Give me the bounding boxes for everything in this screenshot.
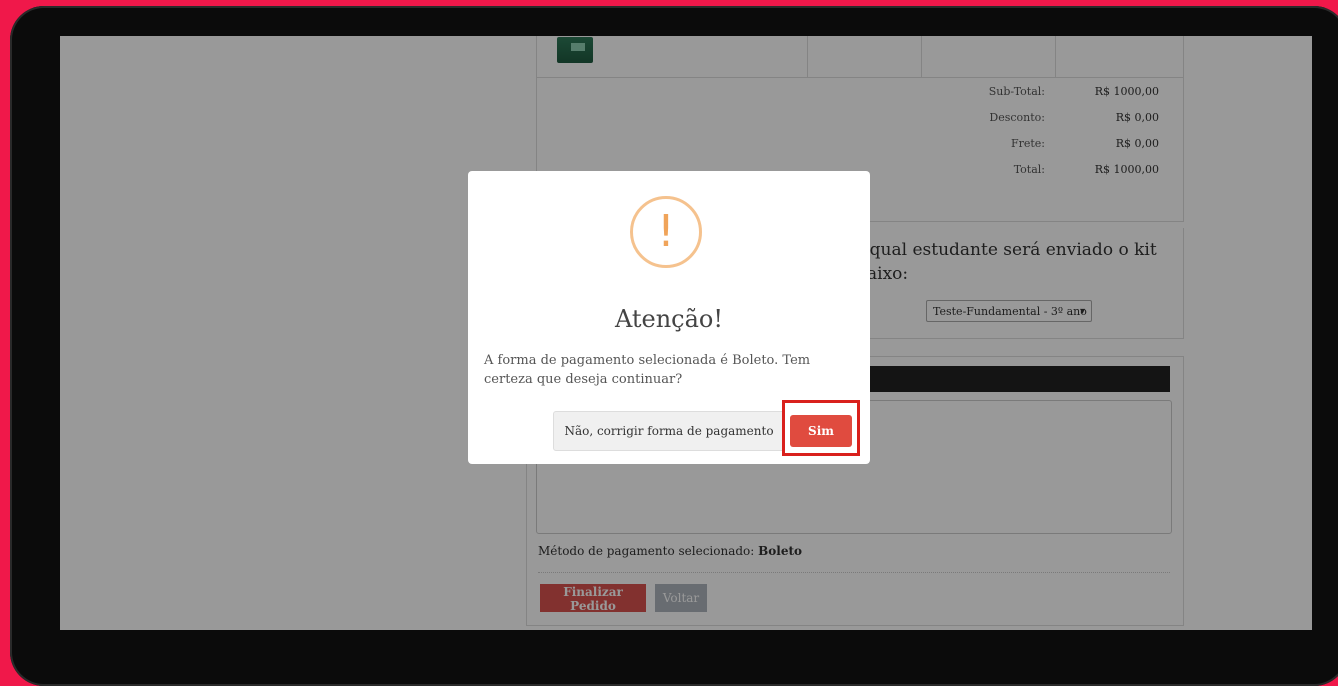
cancel-button[interactable]: Não, corrigir forma de pagamento xyxy=(553,411,785,451)
warning-icon: ! xyxy=(630,196,702,268)
checkout-page: Sub-Total: R$ 1000,00 Desconto: R$ 0,00 … xyxy=(60,36,1312,630)
dialog-message: A forma de pagamento selecionada é Bolet… xyxy=(484,353,811,387)
browser-screen: Sub-Total: R$ 1000,00 Desconto: R$ 0,00 … xyxy=(60,36,1312,630)
confirm-dialog: ! Atenção! A forma de pagamento selecion… xyxy=(468,171,870,464)
confirm-button[interactable]: Sim xyxy=(790,415,852,447)
dialog-title: Atenção! xyxy=(614,305,724,333)
